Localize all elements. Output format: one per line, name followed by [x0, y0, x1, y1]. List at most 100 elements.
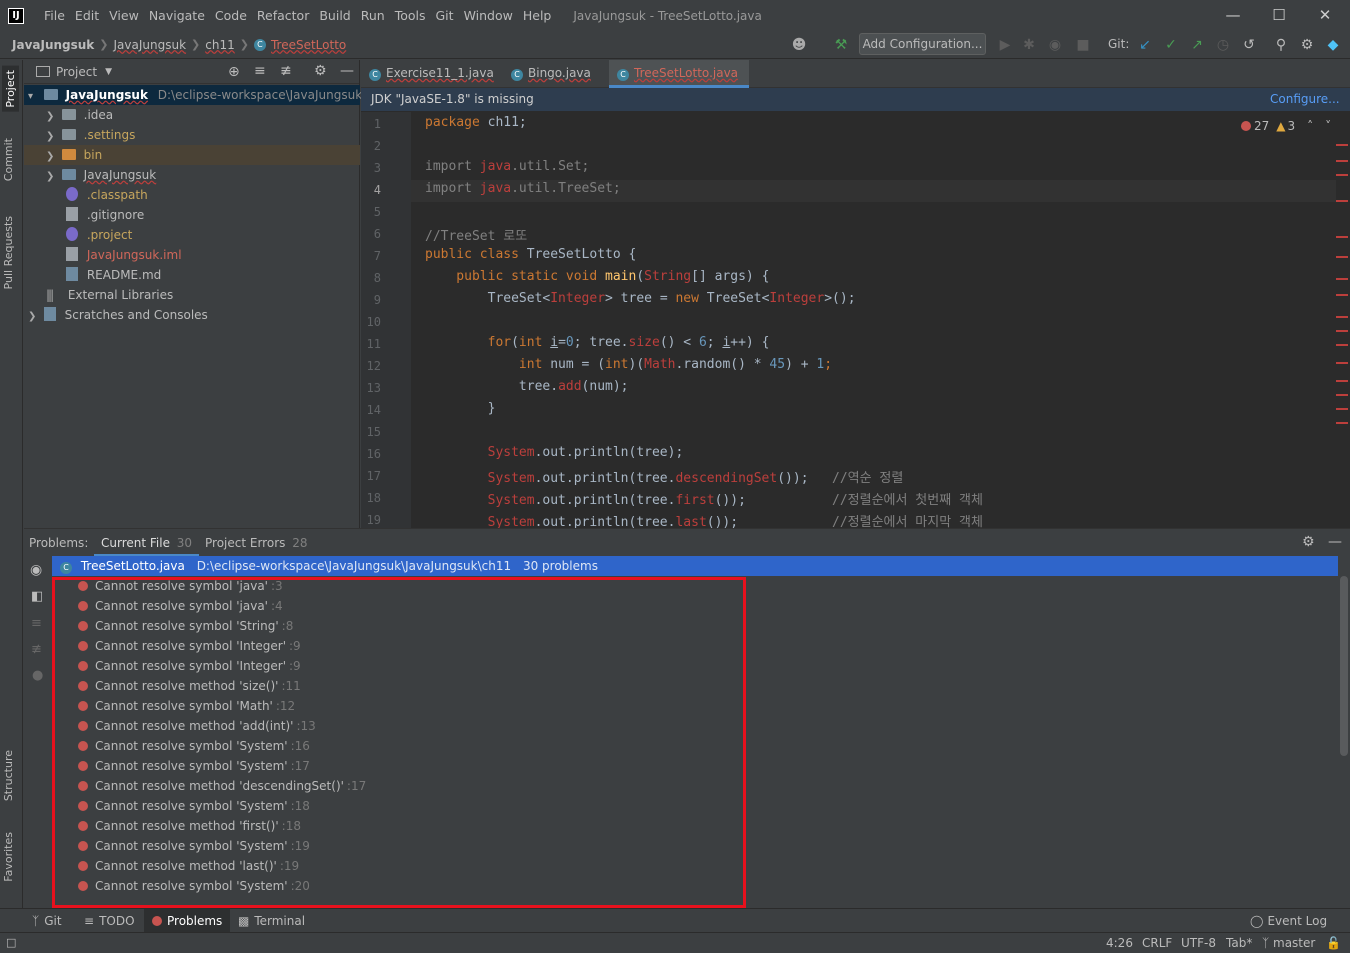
event-log-tool-tab[interactable]: ◯ Event Log	[1250, 909, 1327, 933]
file-encoding[interactable]: UTF-8	[1181, 933, 1216, 953]
todo-tool-tab[interactable]: ≡ TODO	[84, 909, 135, 933]
menu-tools[interactable]: Tools	[395, 8, 426, 23]
tab-project-errors[interactable]: Project Errors 28	[198, 529, 314, 557]
structure-tool-tab[interactable]: Structure	[2, 750, 15, 801]
stop-icon[interactable]: ■	[1074, 36, 1092, 54]
terminal-tool-tab[interactable]: ▩ Terminal	[238, 909, 305, 933]
menu-view[interactable]: View	[109, 8, 139, 23]
tab-current-file[interactable]: Current File 30	[94, 529, 200, 557]
tab-bingo[interactable]: CBingo.java ✕	[503, 60, 609, 106]
tree-item-project[interactable]: .project	[66, 225, 132, 245]
expand-all-icon[interactable]: ≡	[254, 63, 266, 79]
configure-link[interactable]: Configure...	[1270, 92, 1340, 106]
caret-position[interactable]: 4:26	[1106, 933, 1133, 953]
user-icon[interactable]: ☻	[790, 36, 808, 54]
run-icon[interactable]: ▶	[996, 36, 1014, 54]
tree-item-gitignore[interactable]: .gitignore	[66, 205, 144, 225]
coverage-icon[interactable]: ◉	[1046, 36, 1064, 54]
error-stripe-mark[interactable]	[1336, 278, 1348, 280]
collapse-all-icon[interactable]: ≢	[31, 642, 42, 657]
minimize-icon[interactable]: —	[1210, 0, 1256, 31]
breadcrumb-project[interactable]: JavaJungsuk	[12, 38, 94, 52]
lock-icon[interactable]: 🔓	[1326, 933, 1341, 953]
menu-git[interactable]: Git	[436, 8, 454, 23]
hide-panel-icon[interactable]: —	[340, 63, 354, 79]
error-stripe-mark[interactable]	[1336, 362, 1348, 364]
problems-tool-tab[interactable]: Problems	[144, 909, 231, 933]
collapsed-arrow-icon[interactable]: ❯	[28, 307, 40, 327]
locate-icon[interactable]: ⊕	[228, 64, 240, 80]
add-configuration-button[interactable]: Add Configuration...	[859, 33, 986, 55]
problems-scrollbar[interactable]	[1340, 576, 1348, 756]
menu-refactor[interactable]: Refactor	[257, 8, 309, 23]
rollback-icon[interactable]: ↺	[1240, 36, 1258, 54]
collapsed-arrow-icon[interactable]: ❯	[46, 127, 58, 147]
breadcrumb-module[interactable]: JavaJungsuk	[114, 38, 187, 52]
error-stripe-mark[interactable]	[1336, 316, 1348, 318]
tree-item-javajungsuk[interactable]: ❯ JavaJungsuk	[46, 165, 156, 185]
layout-toggle-icon[interactable]: □	[6, 933, 16, 953]
maximize-icon[interactable]: ☐	[1256, 0, 1302, 31]
menu-build[interactable]: Build	[319, 8, 350, 23]
lightbulb-icon[interactable]: ●	[32, 668, 43, 683]
favorites-tool-tab[interactable]: Favorites	[2, 832, 15, 882]
preview-icon[interactable]: ◧	[31, 589, 43, 604]
project-tool-tab[interactable]: Project	[2, 66, 19, 112]
error-stripe-mark[interactable]	[1336, 330, 1348, 332]
inspection-widget[interactable]: 27 ▲ 3 ˄ ˅	[1241, 119, 1331, 133]
git-push-icon[interactable]: ↗	[1188, 36, 1206, 54]
tab-treesetlotto[interactable]: CTreeSetLotto.java ✕	[609, 60, 749, 106]
project-panel-title[interactable]: Project	[56, 65, 97, 79]
tree-item-external-libraries[interactable]: ||| External Libraries	[46, 285, 173, 305]
collapse-all-icon[interactable]: ≢	[280, 63, 292, 79]
dropdown-arrow-icon[interactable]: ▼	[105, 67, 112, 77]
collapsed-arrow-icon[interactable]: ❯	[46, 147, 58, 167]
tree-item-settings[interactable]: ❯ .settings	[46, 125, 135, 145]
menu-code[interactable]: Code	[215, 8, 247, 23]
pull-requests-tool-tab[interactable]: Pull Requests	[2, 216, 15, 289]
build-hammer-icon[interactable]: ⚒	[832, 36, 850, 54]
tree-item-bin[interactable]: ❯ bin	[24, 145, 360, 165]
panel-settings-gear-icon[interactable]: ⚙	[314, 63, 327, 79]
problems-file-node[interactable]: C TreeSetLotto.java D:\eclipse-workspace…	[52, 556, 1338, 576]
error-stripe-mark[interactable]	[1336, 144, 1348, 146]
next-highlight-icon[interactable]: ˅	[1325, 119, 1331, 133]
menu-help[interactable]: Help	[523, 8, 552, 23]
tree-item-iml[interactable]: JavaJungsuk.iml	[66, 245, 182, 265]
error-stripe-mark[interactable]	[1336, 344, 1348, 346]
git-commit-icon[interactable]: ✓	[1162, 36, 1180, 54]
hide-problems-icon[interactable]: —	[1328, 534, 1342, 550]
line-separator[interactable]: CRLF	[1142, 933, 1172, 953]
menu-window[interactable]: Window	[464, 8, 513, 23]
debug-icon[interactable]: ✱	[1020, 36, 1038, 54]
menu-run[interactable]: Run	[361, 8, 385, 23]
git-branch-widget[interactable]: ᛉ master	[1262, 933, 1315, 953]
error-stripe-mark[interactable]	[1336, 200, 1348, 202]
indent-setting[interactable]: Tab*	[1226, 933, 1252, 953]
expand-all-icon[interactable]: ≡	[31, 616, 42, 631]
jetbrains-toolbox-icon[interactable]: ◆	[1324, 36, 1342, 54]
git-tool-tab[interactable]: ᛉ Git	[32, 909, 62, 933]
menu-edit[interactable]: Edit	[75, 8, 99, 23]
tree-item-classpath[interactable]: .classpath	[66, 185, 148, 205]
error-stripe-mark[interactable]	[1336, 394, 1348, 396]
menu-file[interactable]: File	[44, 8, 65, 23]
error-stripe-mark[interactable]	[1336, 174, 1348, 176]
error-stripe-mark[interactable]	[1336, 160, 1348, 162]
tab-exercise11-1[interactable]: C Exercise11_1.java	[361, 60, 501, 88]
code-editor[interactable]: 1 2 3 4 5 6 7 8 9 10 11 12 13 14 15 16 1…	[361, 112, 1350, 528]
commit-tool-tab[interactable]: Commit	[2, 138, 15, 181]
breadcrumb-file[interactable]: TreeSetLotto	[271, 38, 346, 52]
breadcrumb-package[interactable]: ch11	[205, 38, 234, 52]
tree-root-project[interactable]: ▾ JavaJungsuk D:\eclipse-workspace\JavaJ…	[24, 85, 362, 107]
error-stripe-mark[interactable]	[1336, 294, 1348, 296]
collapsed-arrow-icon[interactable]: ❯	[46, 107, 58, 127]
search-icon[interactable]: ⚲	[1272, 36, 1290, 54]
tree-item-scratches[interactable]: ❯ Scratches and Consoles	[28, 305, 208, 325]
expanded-arrow-icon[interactable]: ▾	[28, 87, 40, 107]
problems-settings-gear-icon[interactable]: ⚙	[1302, 534, 1315, 550]
previous-highlight-icon[interactable]: ˄	[1307, 119, 1313, 133]
git-update-icon[interactable]: ↙	[1136, 36, 1154, 54]
eye-icon[interactable]: ◉	[30, 562, 42, 578]
close-icon[interactable]: ✕	[1302, 0, 1348, 31]
